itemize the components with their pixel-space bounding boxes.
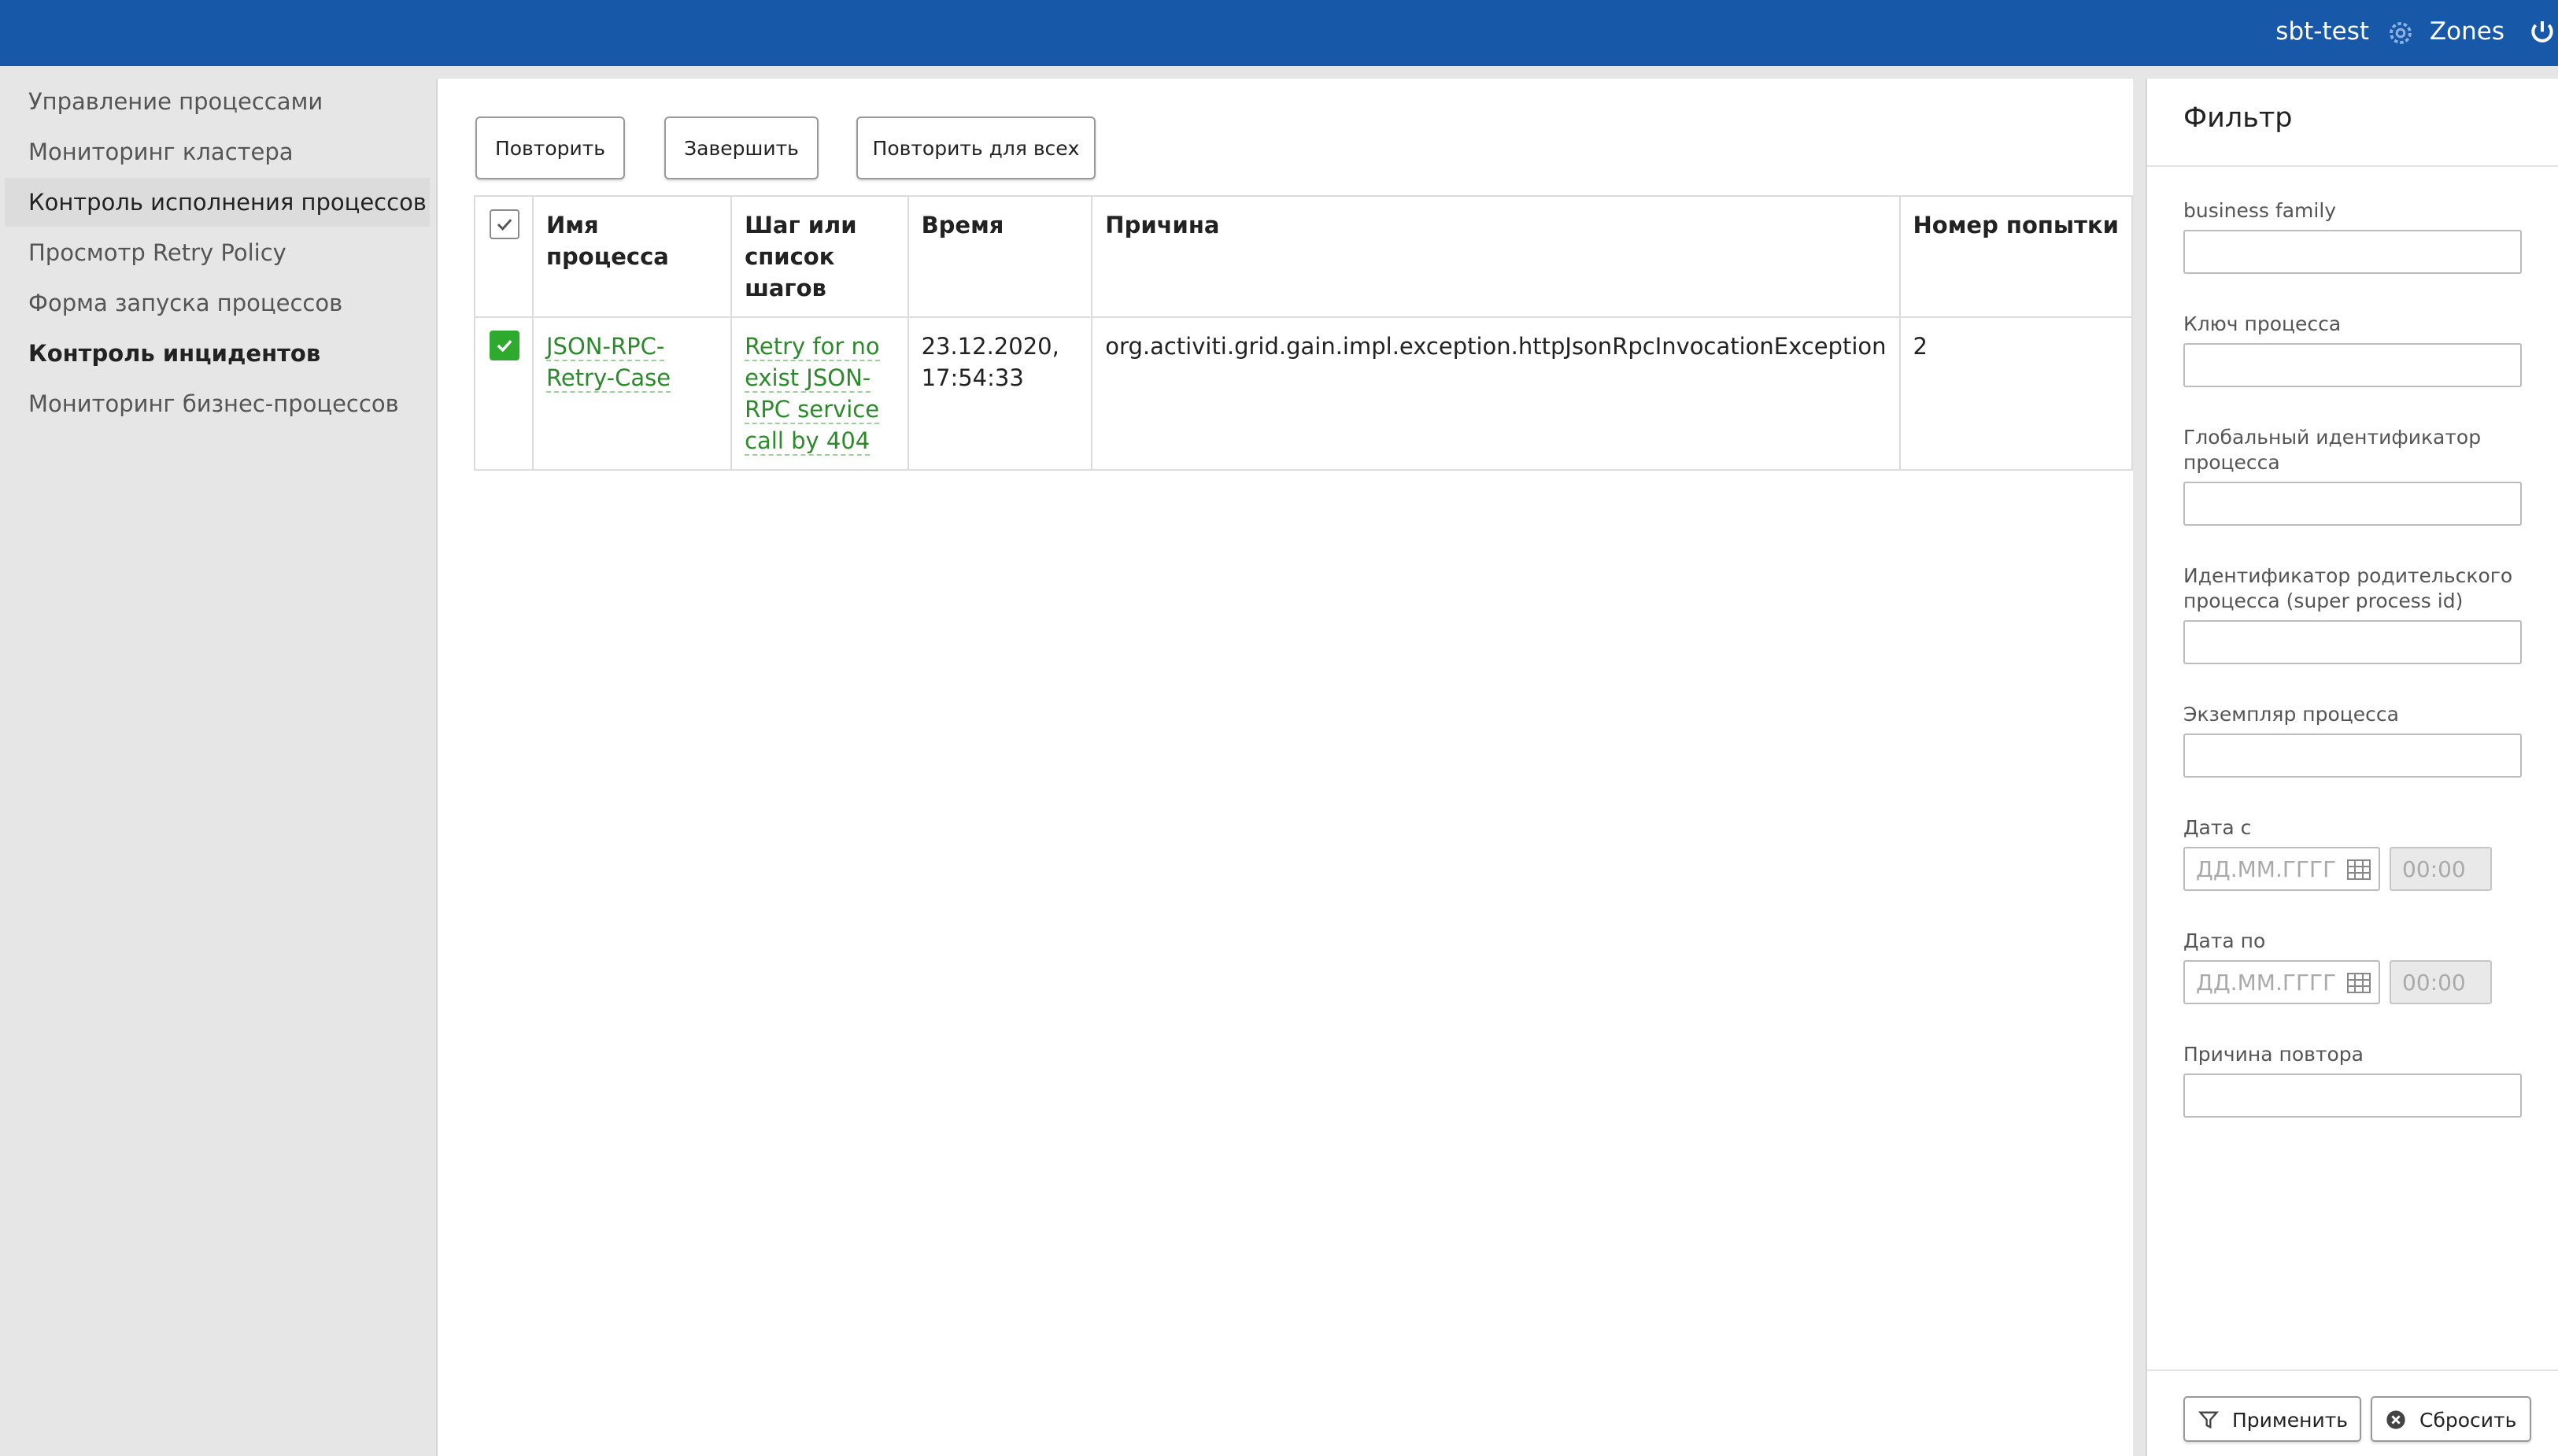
process-instance-input[interactable] <box>2183 734 2522 778</box>
date-to-placeholder: ДД.ММ.ГГГГ <box>2196 970 2337 996</box>
sidebar-item-process-management[interactable]: Управление процессами <box>5 77 430 126</box>
finish-button[interactable]: Завершить <box>664 116 819 179</box>
global-id-input[interactable] <box>2183 482 2522 526</box>
column-header-attempt[interactable]: Номер попытки <box>1898 195 2134 318</box>
column-header-step[interactable]: Шаг или список шагов <box>730 195 909 318</box>
retry-all-button[interactable]: Повторить для всех <box>856 116 1096 179</box>
business-family-input[interactable] <box>2183 230 2522 274</box>
close-circle-icon <box>2386 1410 2405 1429</box>
process-instance-label: Экземпляр процесса <box>2183 703 2399 726</box>
date-to-label: Дата по <box>2183 929 2266 952</box>
column-header-reason[interactable]: Причина <box>1091 195 1901 318</box>
sidebar-item-retry-policy[interactable]: Просмотр Retry Policy <box>5 228 430 277</box>
date-from-label: Дата с <box>2183 816 2252 839</box>
process-key-input[interactable] <box>2183 343 2522 387</box>
global-id-label: Глобальный идентификатор процесса <box>2183 426 2482 474</box>
time-to-input[interactable]: 00:00 <box>2390 960 2492 1004</box>
incidents-table: Имя процесса Шаг или список шагов Время … <box>474 195 2134 471</box>
retry-reason-input[interactable] <box>2183 1074 2522 1118</box>
time-from-placeholder: 00:00 <box>2402 856 2466 882</box>
filter-title: Фильтр <box>2183 102 2293 134</box>
logout-icon[interactable] <box>2527 17 2558 49</box>
check-icon <box>497 339 512 353</box>
time-to-placeholder: 00:00 <box>2402 970 2466 996</box>
row-checkbox[interactable] <box>490 331 519 360</box>
date-from-placeholder: ДД.ММ.ГГГГ <box>2196 856 2337 882</box>
sidebar-item-incident-control[interactable]: Контроль инцидентов <box>5 329 430 378</box>
gear-icon[interactable] <box>2386 19 2415 47</box>
column-header-time[interactable]: Время <box>907 195 1093 318</box>
sidebar-item-process-execution-control[interactable]: Контроль исполнения процессов <box>5 178 430 227</box>
top-bar: sbt-test Zones <box>0 0 2558 66</box>
calendar-icon[interactable] <box>2347 859 2371 880</box>
filter-panel: Фильтр business family Ключ процесса Гло… <box>2146 79 2558 1456</box>
reset-filter-label: Сбросить <box>2419 1409 2517 1432</box>
retry-reason-label: Причина повтора <box>2183 1043 2364 1066</box>
step-link[interactable]: Retry for no exist JSON-RPC service call… <box>745 333 880 456</box>
select-all-checkbox[interactable] <box>490 209 519 239</box>
date-to-input[interactable]: ДД.ММ.ГГГГ <box>2183 960 2380 1004</box>
reset-filter-button[interactable]: Сбросить <box>2371 1396 2531 1442</box>
zones-link[interactable]: Zones <box>2430 17 2504 46</box>
retry-button[interactable]: Повторить <box>475 116 625 179</box>
time-cell: 23.12.2020, 17:54:33 <box>907 316 1093 471</box>
table-row[interactable]: JSON-RPC-Retry-Case Retry for no exist J… <box>474 316 2134 471</box>
select-all-cell <box>474 195 534 318</box>
filter-footer-divider <box>2147 1369 2558 1371</box>
apply-filter-button[interactable]: Применить <box>2183 1396 2361 1442</box>
date-from-input[interactable]: ДД.ММ.ГГГГ <box>2183 847 2380 891</box>
row-select-cell <box>474 316 534 471</box>
time-from-input[interactable]: 00:00 <box>2390 847 2492 891</box>
step-cell: Retry for no exist JSON-RPC service call… <box>730 316 909 471</box>
apply-filter-label: Применить <box>2232 1409 2349 1432</box>
table-header-row: Имя процесса Шаг или список шагов Время … <box>474 195 2134 318</box>
main-panel: Повторить Завершить Повторить для всех И… <box>436 79 2134 1456</box>
parent-id-input[interactable] <box>2183 620 2522 664</box>
check-icon <box>497 219 512 231</box>
parent-id-label: Идентификатор родительского процесса (su… <box>2183 564 2513 612</box>
sidebar-item-process-launch-form[interactable]: Форма запуска процессов <box>5 279 430 327</box>
reason-cell: org.activiti.grid.gain.impl.exception.ht… <box>1091 316 1901 471</box>
calendar-icon[interactable] <box>2347 973 2371 993</box>
user-name[interactable]: sbt-test <box>2275 17 2369 46</box>
attempt-cell: 2 <box>1898 316 2134 471</box>
process-name-link[interactable]: JSON-RPC-Retry-Case <box>546 333 671 393</box>
sidebar-item-business-process-monitoring[interactable]: Мониторинг бизнес-процессов <box>5 379 430 428</box>
business-family-label: business family <box>2183 199 2337 222</box>
funnel-icon <box>2198 1411 2220 1429</box>
filter-divider <box>2147 165 2558 167</box>
sidebar-item-cluster-monitoring[interactable]: Мониторинг кластера <box>5 127 430 176</box>
process-key-label: Ключ процесса <box>2183 312 2342 335</box>
sidebar: Управление процессами Мониторинг кластер… <box>0 66 434 1456</box>
column-header-process-name[interactable]: Имя процесса <box>531 195 733 318</box>
process-name-cell: JSON-RPC-Retry-Case <box>531 316 733 471</box>
